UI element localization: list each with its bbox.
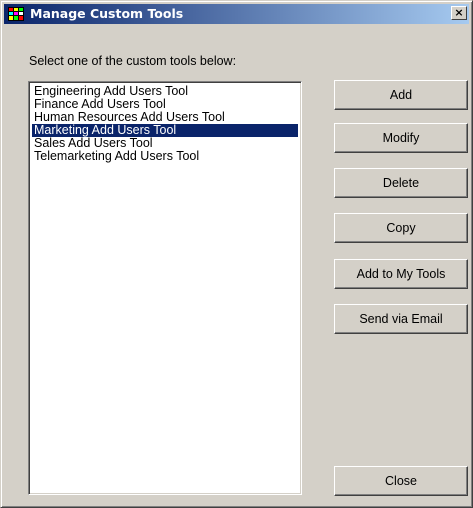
modify-button[interactable]: Modify	[334, 123, 468, 153]
app-icon	[8, 7, 24, 21]
close-icon[interactable]: ×	[451, 6, 467, 20]
tool-list: Engineering Add Users Tool Finance Add Us…	[32, 85, 298, 163]
copy-button[interactable]: Copy	[334, 213, 468, 243]
send-via-email-button[interactable]: Send via Email	[334, 304, 468, 334]
add-button[interactable]: Add	[334, 80, 468, 110]
close-button[interactable]: Close	[334, 466, 468, 496]
instruction-label: Select one of the custom tools below:	[29, 54, 237, 68]
title-bar[interactable]: Manage Custom Tools ×	[4, 4, 469, 24]
delete-button[interactable]: Delete	[334, 168, 468, 198]
list-item[interactable]: Telemarketing Add Users Tool	[32, 150, 298, 163]
window-title: Manage Custom Tools	[30, 6, 184, 21]
add-to-my-tools-button[interactable]: Add to My Tools	[334, 259, 468, 289]
custom-tools-listbox[interactable]: Engineering Add Users Tool Finance Add Us…	[28, 81, 302, 495]
manage-custom-tools-dialog: Manage Custom Tools × Select one of the …	[0, 0, 473, 508]
